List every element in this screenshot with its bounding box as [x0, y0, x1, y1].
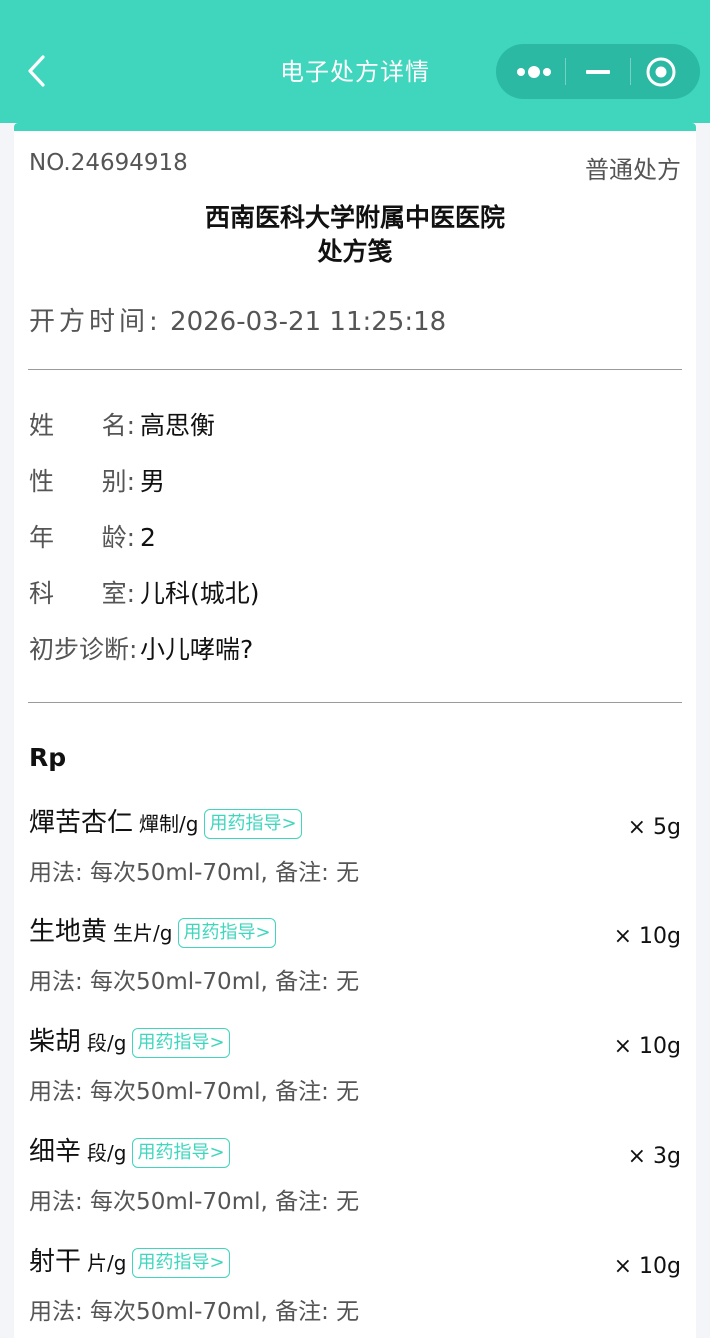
minus-icon — [586, 70, 610, 74]
patient-gender-row: 性 别: 男 — [29, 462, 165, 502]
drug-name: 细辛 — [29, 1137, 82, 1167]
drug-item: 柴胡 段/g 用药指导> × 10g 用法: 每次50ml-70ml, 备注: 无 — [14, 1022, 696, 1132]
patient-age: 2 — [140, 523, 156, 552]
divider — [28, 369, 682, 370]
drug-name: 射干 — [29, 1247, 82, 1277]
drug-name: 柴胡 — [29, 1027, 82, 1057]
more-dots-icon — [517, 66, 551, 78]
diagnosis: 小儿哮喘? — [140, 635, 254, 664]
target-circle-icon — [646, 57, 676, 87]
drug-usage: 用法: 每次50ml-70ml, 备注: 无 — [29, 1189, 360, 1215]
drug-name: 燀苦杏仁 — [29, 808, 134, 838]
patient-gender: 男 — [140, 467, 166, 496]
drug-spec: 段/g — [87, 1031, 127, 1055]
close-miniprogram-button[interactable] — [634, 44, 694, 99]
card-accent-bar — [14, 123, 696, 131]
capsule-divider — [565, 58, 566, 85]
medication-guide-button[interactable]: 用药指导> — [132, 1027, 230, 1058]
prescription-card: NO.24694918 普通处方 西南医科大学附属中医医院 处方笺 开方时间: … — [14, 123, 696, 1338]
medication-guide-button[interactable]: 用药指导> — [204, 808, 302, 839]
drug-spec: 片/g — [87, 1251, 127, 1275]
drug-quantity: × 3g — [627, 1144, 681, 1169]
patient-name-row: 姓 名: 高思衡 — [29, 406, 215, 446]
document-title: 处方笺 — [317, 237, 393, 266]
patient-name: 高思衡 — [140, 411, 216, 440]
drug-name-line: 射干 片/g 用药指导> — [29, 1242, 230, 1283]
field-label: 科 室: — [29, 579, 136, 608]
department: 儿科(城北) — [140, 579, 260, 608]
mini-program-capsule — [496, 44, 700, 99]
prescription-type: 普通处方 — [585, 156, 681, 184]
issue-time-value: 2026-03-21 11:25:18 — [170, 307, 447, 337]
issue-time-row: 开方时间: 2026-03-21 11:25:18 — [29, 301, 446, 338]
medication-guide-button[interactable]: 用药指导> — [178, 917, 276, 948]
drug-spec: 段/g — [87, 1141, 127, 1165]
drug-spec: 燀制/g — [139, 812, 199, 836]
drug-spec: 生片/g — [113, 921, 173, 945]
drug-usage: 用法: 每次50ml-70ml, 备注: 无 — [29, 860, 360, 886]
department-row: 科 室: 儿科(城北) — [29, 574, 260, 614]
drug-usage: 用法: 每次50ml-70ml, 备注: 无 — [29, 969, 360, 995]
drug-quantity: × 10g — [613, 1034, 681, 1059]
drug-usage: 用法: 每次50ml-70ml, 备注: 无 — [29, 1299, 360, 1325]
drug-item: 射干 片/g 用药指导> × 10g 用法: 每次50ml-70ml, 备注: 无 — [14, 1242, 696, 1338]
issue-time-label: 开方时间: — [29, 307, 162, 337]
field-label: 姓 名: — [29, 411, 136, 440]
drug-name-line: 柴胡 段/g 用药指导> — [29, 1022, 230, 1063]
field-label: 初步诊断: — [29, 635, 138, 664]
drug-quantity: × 10g — [613, 1254, 681, 1279]
drug-quantity: × 5g — [627, 815, 681, 840]
patient-age-row: 年 龄: 2 — [29, 518, 156, 558]
drug-name-line: 生地黄 生片/g 用药指导> — [29, 912, 276, 953]
nav-bar: 电子处方详情 — [0, 0, 710, 123]
drug-name: 生地黄 — [29, 917, 108, 947]
hospital-name: 西南医科大学附属中医医院 — [204, 203, 505, 232]
rp-heading: Rp — [29, 743, 67, 772]
field-label: 性 别: — [29, 467, 136, 496]
more-button[interactable] — [504, 44, 564, 99]
capsule-divider — [630, 58, 631, 85]
drug-quantity: × 10g — [613, 924, 681, 949]
diagnosis-row: 初步诊断: 小儿哮喘? — [29, 630, 253, 670]
drug-usage: 用法: 每次50ml-70ml, 备注: 无 — [29, 1079, 360, 1105]
field-label: 年 龄: — [29, 523, 136, 552]
divider — [28, 702, 682, 703]
drug-item: 细辛 段/g 用药指导> × 3g 用法: 每次50ml-70ml, 备注: 无 — [14, 1132, 696, 1242]
prescription-number: NO.24694918 — [29, 150, 188, 176]
drug-item: 燀苦杏仁 燀制/g 用药指导> × 5g 用法: 每次50ml-70ml, 备注: 无 — [14, 803, 696, 913]
medication-guide-button[interactable]: 用药指导> — [132, 1247, 230, 1278]
medication-guide-button[interactable]: 用药指导> — [132, 1137, 230, 1168]
drug-item: 生地黄 生片/g 用药指导> × 10g 用法: 每次50ml-70ml, 备注: 无 — [14, 912, 696, 1022]
minimize-button[interactable] — [570, 44, 626, 99]
drug-name-line: 细辛 段/g 用药指导> — [29, 1132, 230, 1173]
drug-name-line: 燀苦杏仁 燀制/g 用药指导> — [29, 803, 302, 844]
